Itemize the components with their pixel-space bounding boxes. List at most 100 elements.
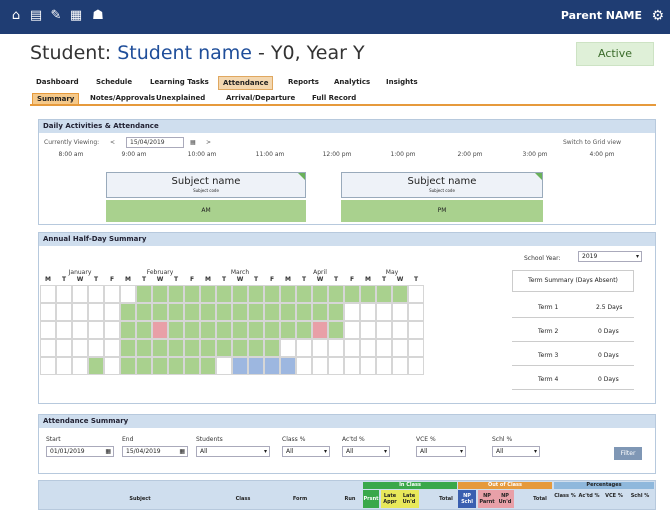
calendar-day-cell[interactable]: [264, 285, 280, 303]
subject-block-pm[interactable]: Subject name Subject code: [341, 172, 543, 198]
calendar-day-cell[interactable]: [120, 339, 136, 357]
calendar-day-cell[interactable]: [280, 357, 296, 375]
calendar-day-cell[interactable]: [376, 285, 392, 303]
calendar-day-cell[interactable]: [120, 357, 136, 375]
calendar-day-cell[interactable]: [344, 357, 360, 375]
pm-slot[interactable]: PM: [341, 200, 543, 222]
calendar-day-cell[interactable]: [72, 339, 88, 357]
actd-pct-select[interactable]: All ▾: [342, 446, 390, 457]
calendar-day-cell[interactable]: [40, 285, 56, 303]
vce-pct-select[interactable]: All ▾: [416, 446, 466, 457]
calendar-day-cell[interactable]: [56, 303, 72, 321]
calendar-day-cell[interactable]: [248, 303, 264, 321]
calendar-day-cell[interactable]: [376, 357, 392, 375]
calendar-day-cell[interactable]: [280, 321, 296, 339]
calendar-day-cell[interactable]: [152, 321, 168, 339]
calendar-day-cell[interactable]: [376, 303, 392, 321]
calendar-day-cell[interactable]: [88, 357, 104, 375]
calendar-day-cell[interactable]: [328, 321, 344, 339]
calendar-day-cell[interactable]: [264, 357, 280, 375]
calendar-day-cell[interactable]: [200, 339, 216, 357]
calendar-day-cell[interactable]: [136, 357, 152, 375]
calendar-day-cell[interactable]: [184, 321, 200, 339]
tab-attendance[interactable]: Attendance: [218, 76, 274, 90]
calendar-day-cell[interactable]: [296, 285, 312, 303]
end-date-field[interactable]: 15/04/2019 ▦: [122, 446, 188, 457]
calendar-day-cell[interactable]: [104, 321, 120, 339]
calendar-day-cell[interactable]: [248, 321, 264, 339]
user-name[interactable]: Parent NAME: [561, 9, 642, 22]
calendar-day-cell[interactable]: [232, 285, 248, 303]
calendar-day-cell[interactable]: [120, 303, 136, 321]
calendar-day-cell[interactable]: [88, 303, 104, 321]
calendar-day-cell[interactable]: [392, 339, 408, 357]
calendar-day-cell[interactable]: [216, 339, 232, 357]
filter-button[interactable]: Filter: [614, 447, 642, 460]
calendar-picker-icon[interactable]: ▦: [190, 139, 196, 146]
subject-block-am[interactable]: Subject name Subject code: [106, 172, 306, 198]
calendar-day-cell[interactable]: [152, 339, 168, 357]
calendar-day-cell[interactable]: [200, 321, 216, 339]
calendar-day-cell[interactable]: [232, 303, 248, 321]
calendar-day-cell[interactable]: [152, 285, 168, 303]
calendar-day-cell[interactable]: [104, 285, 120, 303]
calendar-day-cell[interactable]: [296, 339, 312, 357]
gear-icon[interactable]: ⚙: [651, 8, 664, 24]
calendar-day-cell[interactable]: [184, 303, 200, 321]
calendar-day-cell[interactable]: [328, 357, 344, 375]
schl-pct-select[interactable]: All ▾: [492, 446, 540, 457]
calendar-day-cell[interactable]: [168, 321, 184, 339]
calendar-day-cell[interactable]: [248, 357, 264, 375]
calendar-day-cell[interactable]: [392, 357, 408, 375]
calendar-day-cell[interactable]: [72, 357, 88, 375]
calendar-day-cell[interactable]: [232, 357, 248, 375]
calendar-day-cell[interactable]: [184, 357, 200, 375]
calendar-day-cell[interactable]: [248, 285, 264, 303]
calendar-day-cell[interactable]: [56, 321, 72, 339]
calendar-day-cell[interactable]: [232, 321, 248, 339]
calendar-day-cell[interactable]: [408, 285, 424, 303]
calendar-day-cell[interactable]: [264, 339, 280, 357]
calendar-day-cell[interactable]: [248, 339, 264, 357]
calendar-day-cell[interactable]: [264, 321, 280, 339]
calendar-day-cell[interactable]: [40, 339, 56, 357]
calendar-day-cell[interactable]: [360, 339, 376, 357]
calendar-day-cell[interactable]: [344, 339, 360, 357]
calendar-day-cell[interactable]: [376, 321, 392, 339]
pencil-icon[interactable]: ✎: [48, 8, 64, 24]
calendar-day-cell[interactable]: [56, 339, 72, 357]
calendar-day-cell[interactable]: [200, 357, 216, 375]
date-field[interactable]: 15/04/2019: [126, 137, 184, 148]
calendar-day-cell[interactable]: [216, 285, 232, 303]
next-day-icon[interactable]: >: [206, 139, 211, 146]
tab-dashboard[interactable]: Dashboard: [32, 76, 83, 88]
tab-reports[interactable]: Reports: [284, 76, 323, 88]
calendar-day-cell[interactable]: [168, 357, 184, 375]
class-pct-select[interactable]: All ▾: [282, 446, 330, 457]
calendar-day-cell[interactable]: [296, 303, 312, 321]
calendar-day-cell[interactable]: [408, 321, 424, 339]
calendar-day-cell[interactable]: [408, 357, 424, 375]
subtab-arrival[interactable]: Arrival/Departure: [222, 93, 299, 103]
subtab-notes[interactable]: Notes/Approvals: [86, 93, 159, 103]
calendar-day-cell[interactable]: [216, 321, 232, 339]
calendar-day-cell[interactable]: [360, 357, 376, 375]
calendar-day-cell[interactable]: [312, 339, 328, 357]
calendar-day-cell[interactable]: [168, 303, 184, 321]
grid-icon[interactable]: ▦: [68, 8, 84, 24]
calendar-day-cell[interactable]: [152, 357, 168, 375]
calendar-day-cell[interactable]: [344, 321, 360, 339]
calendar-day-cell[interactable]: [264, 303, 280, 321]
calendar-day-cell[interactable]: [168, 285, 184, 303]
people-icon[interactable]: ☗: [90, 8, 106, 24]
calendar-day-cell[interactable]: [120, 321, 136, 339]
calendar-day-cell[interactable]: [392, 321, 408, 339]
calendar-day-cell[interactable]: [152, 303, 168, 321]
calendar-day-cell[interactable]: [88, 285, 104, 303]
calendar-day-cell[interactable]: [168, 339, 184, 357]
calendar-day-cell[interactable]: [312, 303, 328, 321]
subtab-summary[interactable]: Summary: [32, 93, 80, 105]
calendar-day-cell[interactable]: [56, 285, 72, 303]
calendar-icon[interactable]: ▤: [28, 8, 44, 24]
calendar-day-cell[interactable]: [120, 285, 136, 303]
